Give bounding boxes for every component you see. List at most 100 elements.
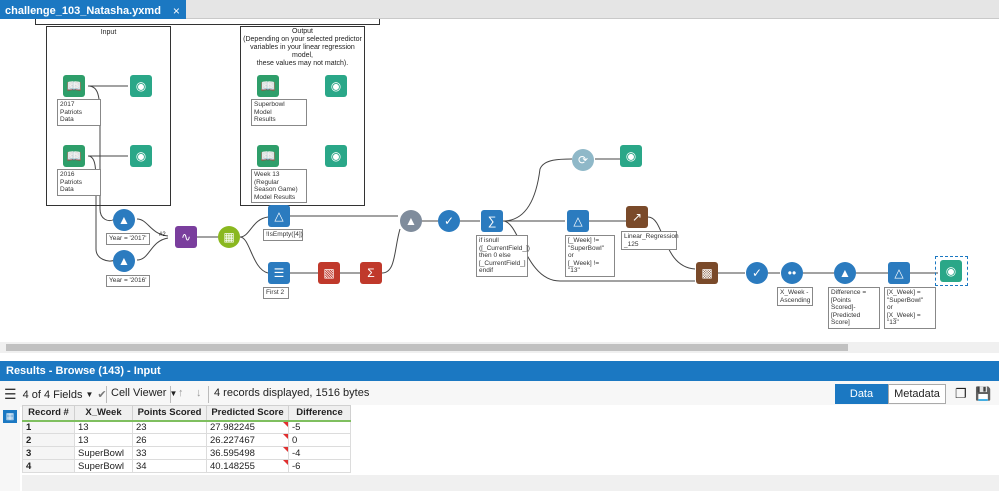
formula-filter-tool[interactable]: ▲ xyxy=(113,209,135,231)
score-tool[interactable]: ⟳ xyxy=(572,149,594,171)
table-row[interactable]: 2 13 26 26.227467 0 xyxy=(22,433,351,447)
browse-tool[interactable]: ◉ xyxy=(325,75,347,97)
scrollbar-thumb[interactable] xyxy=(6,344,848,351)
sample-tool[interactable]: ☰ xyxy=(268,262,290,284)
grid-icon[interactable]: ▦ xyxy=(3,410,17,423)
table-cell[interactable]: -6 xyxy=(288,459,351,473)
table-cell[interactable]: 26.227467 xyxy=(206,433,289,447)
book-icon: 📖 xyxy=(66,149,82,163)
multi-field-formula-tool[interactable]: ∑ xyxy=(481,210,503,232)
table-cell[interactable]: 13 xyxy=(74,433,133,447)
results-grid-empty-area xyxy=(22,475,999,491)
input-data-tool-2017[interactable]: 📖 xyxy=(63,75,85,97)
cell-value: 27.982245 xyxy=(210,421,255,433)
workflow-canvas[interactable]: Input Output (Depending on your selected… xyxy=(0,19,999,355)
append-fields-tool[interactable]: ▲ xyxy=(400,210,422,232)
table-cell[interactable]: 34 xyxy=(132,459,207,473)
truncated-flag xyxy=(283,421,288,427)
table-cell[interactable]: 40.148255 xyxy=(206,459,289,473)
binoculars-icon: ◉ xyxy=(135,149,147,163)
crosstab-icon: ▧ xyxy=(323,266,335,280)
arrow-up-icon[interactable]: ↑ xyxy=(178,387,184,399)
binoculars-icon: ◉ xyxy=(330,79,342,93)
tool-annotation: First 2 xyxy=(263,287,289,299)
table-header-row: Record # X_Week Points Scored Predicted … xyxy=(22,405,351,422)
transpose-icon: ∿ xyxy=(180,230,192,244)
chevron-down-icon: ▼ xyxy=(85,390,94,399)
cell-viewer-dropdown[interactable]: Cell Viewer ▼ xyxy=(111,387,177,399)
table-row[interactable]: 4 SuperBowl 34 40.148255 -6 xyxy=(22,459,351,473)
sort-tool[interactable]: •• xyxy=(781,262,803,284)
formula-tool[interactable]: ▲ xyxy=(834,262,856,284)
column-header[interactable]: Difference xyxy=(288,405,351,422)
table-cell[interactable]: 0 xyxy=(288,433,351,447)
column-header[interactable]: Points Scored xyxy=(132,405,207,422)
append-icon: ▲ xyxy=(405,214,417,228)
results-toolbar: ☰ 4 of 4 Fields ▼ ✔ Cell Viewer ▼ ↑ ↓ 4 … xyxy=(0,381,999,407)
table-cell[interactable]: 36.595498 xyxy=(206,446,289,460)
copy-icon[interactable]: ❐ xyxy=(955,386,967,402)
transpose-tool[interactable]: ∿ xyxy=(175,226,197,248)
select-tool[interactable]: ✓ xyxy=(438,210,460,232)
filter-tool[interactable]: △ xyxy=(888,262,910,284)
sample-icon: ☰ xyxy=(273,266,285,280)
table-cell[interactable]: SuperBowl xyxy=(74,459,133,473)
table-cell[interactable]: SuperBowl xyxy=(74,446,133,460)
filter-tool[interactable]: △ xyxy=(268,205,290,227)
tool-annotation: Difference = [Points Scored]- [Predicted… xyxy=(828,287,880,329)
canvas-horizontal-scrollbar[interactable] xyxy=(0,342,999,353)
table-cell[interactable]: 13 xyxy=(74,420,133,434)
select-tool[interactable]: ✓ xyxy=(746,262,768,284)
close-icon[interactable]: × xyxy=(173,4,180,18)
arrow-down-icon[interactable]: ↓ xyxy=(196,387,202,399)
browse-tool[interactable]: ◉ xyxy=(620,145,642,167)
summarize-tool[interactable]: Σ xyxy=(360,262,382,284)
sigma-icon: Σ xyxy=(367,266,375,280)
results-table: Record # X_Week Points Scored Predicted … xyxy=(22,405,351,473)
tab-metadata[interactable]: Metadata xyxy=(888,384,946,404)
table-cell[interactable]: 26 xyxy=(132,433,207,447)
column-header[interactable]: Record # xyxy=(22,405,75,422)
tool-annotation: Week 13 (Regular Season Game) Model Resu… xyxy=(251,169,307,203)
crosstab-tool[interactable]: ▧ xyxy=(318,262,340,284)
cell-value: 36.595498 xyxy=(210,447,255,459)
book-icon: 📖 xyxy=(260,79,276,93)
document-tab-label: challenge_103_Natasha.yxmd xyxy=(5,5,161,17)
list-icon: ☰ xyxy=(4,386,17,402)
formula-filter-tool[interactable]: ▲ xyxy=(113,250,135,272)
cell-viewer-label: Cell Viewer xyxy=(111,387,167,399)
column-header[interactable]: X_Week xyxy=(74,405,133,422)
browse-tool-selected[interactable]: ◉ xyxy=(940,260,962,282)
record-number: 3 xyxy=(22,446,75,460)
tool-annotation: if isnull ([_CurrentField_]) then 0 else… xyxy=(476,235,530,277)
score-icon: ⟳ xyxy=(577,153,589,167)
filter-tool[interactable]: △ xyxy=(567,210,589,232)
outer-container-edge xyxy=(35,19,380,25)
browse-tool[interactable]: ◉ xyxy=(130,75,152,97)
input-container-title: Input xyxy=(100,29,117,36)
input-data-tool-week13[interactable]: 📖 xyxy=(257,145,279,167)
column-header[interactable]: Predicted Score xyxy=(206,405,289,422)
input-data-tool-superbowl[interactable]: 📖 xyxy=(257,75,279,97)
table-cell[interactable]: -4 xyxy=(288,446,351,460)
linear-regression-tool[interactable]: ↗ xyxy=(626,206,648,228)
tool-annotation: [X_Week] = "SuperBowl" or [X_Week] = "13… xyxy=(884,287,936,329)
table-cell[interactable]: -5 xyxy=(288,420,351,434)
divider xyxy=(208,386,209,403)
tool-annotation: !IsEmpty([4]) xyxy=(263,229,303,241)
table-row[interactable]: 1 13 23 27.982245 -5 xyxy=(22,420,351,434)
table-cell[interactable]: 23 xyxy=(132,420,207,434)
browse-tool[interactable]: ◉ xyxy=(130,145,152,167)
input-data-tool-2016[interactable]: 📖 xyxy=(63,145,85,167)
save-icon[interactable]: 💾 xyxy=(975,386,991,402)
score-model-tool[interactable]: ▩ xyxy=(696,262,718,284)
table-cell[interactable]: 33 xyxy=(132,446,207,460)
cleanse-tool[interactable]: ▦ xyxy=(218,226,240,248)
filter-icon: △ xyxy=(573,214,583,228)
table-row[interactable]: 3 SuperBowl 33 36.595498 -4 xyxy=(22,446,351,460)
tab-data[interactable]: Data xyxy=(835,384,888,404)
browse-tool[interactable]: ◉ xyxy=(325,145,347,167)
document-tab[interactable]: challenge_103_Natasha.yxmd × xyxy=(0,0,186,19)
table-cell[interactable]: 27.982245 xyxy=(206,420,289,434)
fields-menu[interactable]: ☰ 4 of 4 Fields ▼ ✔ xyxy=(4,386,107,403)
